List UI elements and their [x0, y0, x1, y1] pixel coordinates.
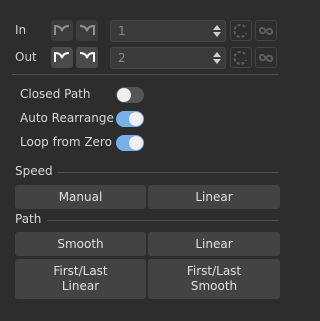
toggle-knob	[129, 136, 143, 150]
path-linear-button[interactable]: Linear	[148, 232, 280, 256]
out-infinity-button[interactable]	[255, 47, 277, 68]
path-first-last-linear-button[interactable]: First/Last Linear	[15, 259, 146, 299]
speed-linear-button[interactable]: Linear	[148, 185, 280, 209]
path-section-title: Path	[15, 212, 42, 226]
speed-manual-button[interactable]: Manual	[15, 185, 146, 209]
out-spinner[interactable]	[213, 51, 221, 65]
ease-in-curve-icon	[54, 51, 70, 62]
loop-from-zero-label: Loop from Zero	[20, 135, 112, 149]
auto-rearrange-row: Auto Rearrange	[0, 109, 296, 129]
in-curve-left-button[interactable]	[51, 20, 73, 41]
infinity-icon	[258, 54, 274, 62]
in-label: In	[15, 23, 27, 37]
in-infinity-button[interactable]	[255, 20, 277, 41]
link-rotate-icon	[233, 23, 247, 38]
out-row: Out 2	[0, 45, 296, 71]
ease-out-curve-icon	[79, 24, 95, 35]
closed-path-toggle[interactable]	[116, 87, 144, 103]
spin-up-icon[interactable]	[213, 25, 221, 30]
spin-down-icon[interactable]	[213, 59, 221, 64]
link-rotate-icon	[233, 50, 247, 65]
out-link-button[interactable]	[230, 47, 252, 68]
out-curve-right-button[interactable]	[76, 47, 98, 68]
out-number-field[interactable]: 2	[110, 47, 226, 69]
closed-path-row: Closed Path	[0, 85, 296, 105]
toggle-knob	[129, 112, 143, 126]
in-value: 1	[118, 24, 126, 38]
out-label: Out	[15, 50, 37, 64]
loop-from-zero-row: Loop from Zero	[0, 133, 296, 153]
speed-section-divider	[57, 172, 279, 173]
ease-out-curve-icon	[79, 51, 95, 62]
spin-up-icon[interactable]	[213, 52, 221, 57]
toggle-knob	[117, 88, 131, 102]
auto-rearrange-toggle[interactable]	[116, 111, 144, 127]
infinity-icon	[258, 27, 274, 35]
path-section-divider	[47, 220, 279, 221]
loop-from-zero-toggle[interactable]	[116, 135, 144, 151]
in-curve-right-button[interactable]	[76, 20, 98, 41]
in-row: In 1	[0, 18, 296, 44]
divider	[12, 74, 279, 75]
auto-rearrange-label: Auto Rearrange	[20, 111, 114, 125]
out-value: 2	[118, 51, 126, 65]
out-curve-left-button[interactable]	[51, 47, 73, 68]
closed-path-label: Closed Path	[20, 87, 91, 101]
spin-down-icon[interactable]	[213, 32, 221, 37]
speed-section-title: Speed	[15, 164, 53, 178]
in-spinner[interactable]	[213, 24, 221, 38]
in-link-button[interactable]	[230, 20, 252, 41]
path-first-last-smooth-button[interactable]: First/Last Smooth	[148, 259, 280, 299]
ease-in-curve-icon	[54, 24, 70, 35]
path-smooth-button[interactable]: Smooth	[15, 232, 146, 256]
in-number-field[interactable]: 1	[110, 20, 226, 42]
